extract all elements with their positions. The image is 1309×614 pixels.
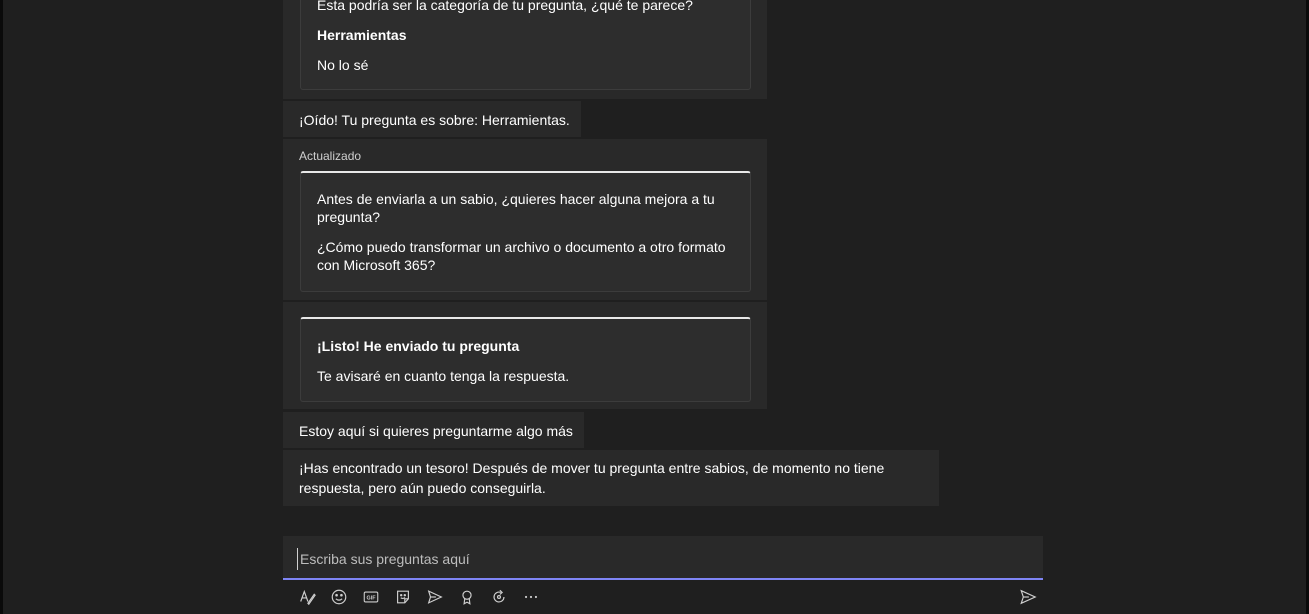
sticker-icon[interactable] — [392, 586, 414, 608]
format-icon[interactable] — [296, 586, 318, 608]
more-icon[interactable] — [520, 586, 542, 608]
category-option-herramientas[interactable]: Herramientas — [317, 26, 407, 44]
improve-prompt: Antes de enviarla a un sabio, ¿quieres h… — [317, 191, 715, 225]
sent-card: ¡Listo! He enviado tu pregunta Te avisar… — [300, 317, 751, 402]
category-question: Esta podría ser la categoría de tu pregu… — [317, 0, 693, 13]
heard-text: ¡Oído! Tu pregunta es sobre: Herramienta… — [299, 112, 570, 128]
updated-label: Actualizado — [299, 149, 362, 163]
svg-text:GIF: GIF — [367, 595, 377, 601]
compose-toolbar: GIF — [283, 584, 1043, 610]
treasure-text: ¡Has encontrado un tesoro! Después de mo… — [299, 460, 885, 496]
sent-body: Te avisaré en cuanto tenga la respuesta. — [317, 368, 570, 384]
gif-icon[interactable]: GIF — [360, 586, 382, 608]
loop-icon[interactable] — [488, 586, 510, 608]
message-input[interactable] — [297, 548, 1002, 570]
compose-box — [283, 536, 1043, 580]
category-option-no-lo-se[interactable]: No lo sé — [317, 56, 368, 74]
send-icon[interactable] — [1017, 586, 1039, 608]
praise-icon[interactable] — [456, 586, 478, 608]
emoji-icon[interactable] — [328, 586, 350, 608]
category-card: Esta podría ser la categoría de tu pregu… — [300, 0, 751, 90]
improve-question: ¿Cómo puedo transformar un archivo o doc… — [317, 239, 726, 273]
bot-message-heard: ¡Oído! Tu pregunta es sobre: Herramienta… — [283, 101, 581, 137]
improve-card: Antes de enviarla a un sabio, ¿quieres h… — [300, 171, 751, 292]
bot-message-here: Estoy aquí si quieres preguntarme algo m… — [283, 412, 584, 448]
bot-message-improve: Actualizado Antes de enviarla a un sabio… — [283, 139, 767, 300]
chat-window: Esta podría ser la categoría de tu pregu… — [0, 0, 1309, 614]
bot-message-category: Esta podría ser la categoría de tu pregu… — [283, 0, 767, 99]
bot-message-sent: ¡Listo! He enviado tu pregunta Te avisar… — [283, 302, 767, 409]
schedule-meeting-icon[interactable] — [424, 586, 446, 608]
here-text: Estoy aquí si quieres preguntarme algo m… — [299, 423, 573, 439]
bot-message-treasure: ¡Has encontrado un tesoro! Después de mo… — [283, 450, 939, 506]
sent-title: ¡Listo! He enviado tu pregunta — [317, 338, 520, 354]
